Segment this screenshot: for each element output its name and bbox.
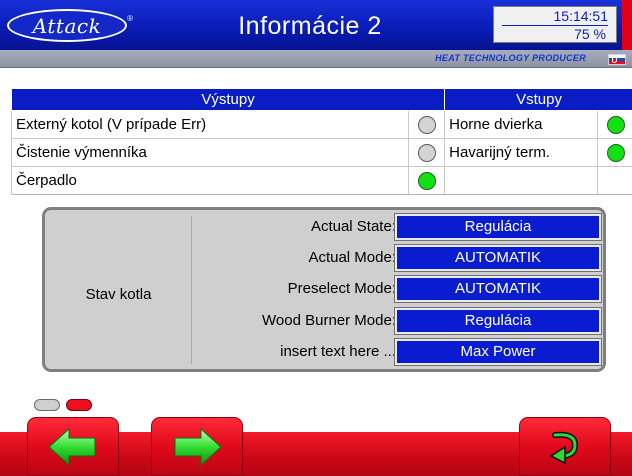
status-lamp-on-icon	[606, 143, 625, 162]
wood-burner-mode-value[interactable]: Regulácia	[394, 307, 602, 335]
extra-value[interactable]: Max Power	[394, 338, 602, 366]
io-row: Čistenie výmenníka Havarijný term.	[10, 138, 632, 167]
state-label: Actual Mode:	[308, 249, 396, 266]
producer-slogan: HEAT TECHNOLOGY PRODUCER	[435, 53, 586, 63]
status-lamp-on-icon	[417, 171, 436, 190]
header-bar: Attack ® Informácie 2 15:14:51 75 %	[0, 0, 632, 50]
state-row: insert text here ... Max Power	[195, 338, 605, 366]
output-label: Čerpadlo	[10, 166, 410, 195]
input-label: Horne dvierka	[444, 110, 598, 139]
clock-time: 15:14:51	[553, 8, 609, 24]
inputs-header: Vstupy	[444, 88, 632, 111]
status-lamp-off-icon	[417, 115, 436, 134]
actual-state-value[interactable]: Regulácia	[394, 213, 602, 241]
logo-text: Attack	[32, 13, 102, 38]
io-row: Čerpadlo	[10, 166, 632, 195]
preselect-mode-value[interactable]: AUTOMATIK	[394, 275, 602, 303]
state-label: Wood Burner Mode:	[262, 312, 396, 329]
boiler-state-title: Stav kotla	[85, 286, 152, 303]
output-label: Externý kotol (V prípade Err)	[10, 110, 410, 139]
output-percent: 75 %	[574, 26, 606, 42]
arrow-right-icon	[174, 427, 222, 466]
producer-strip: HEAT TECHNOLOGY PRODUCER	[0, 50, 632, 68]
clock-box: 15:14:51 75 %	[493, 6, 617, 43]
arrow-left-icon	[48, 427, 96, 466]
input-label: Havarijný term.	[444, 138, 598, 167]
page-indicator-2-active[interactable]	[66, 399, 92, 411]
return-button[interactable]	[519, 417, 611, 476]
return-arrow-icon	[549, 431, 579, 464]
state-label: Preselect Mode:	[287, 280, 396, 297]
status-lamp-on-icon	[606, 115, 625, 134]
logo-registered-mark: ®	[127, 14, 133, 23]
state-row: Actual State: Regulácia	[195, 213, 605, 241]
input-empty-cell	[444, 166, 598, 195]
slovak-flag-icon[interactable]	[608, 54, 626, 65]
header-red-accent	[622, 0, 632, 50]
previous-page-button[interactable]	[27, 417, 119, 476]
page-indicator-1[interactable]	[34, 399, 60, 411]
state-label: insert text here ...	[280, 343, 396, 360]
io-row: Externý kotol (V prípade Err) Horne dvie…	[10, 110, 632, 139]
io-table: Výstupy Vstupy Externý kotol (V prípade …	[10, 88, 632, 195]
attack-logo: Attack ®	[7, 9, 133, 42]
output-label: Čistenie výmenníka	[10, 138, 410, 167]
state-row: Preselect Mode: AUTOMATIK	[195, 275, 605, 303]
outputs-header: Výstupy	[10, 88, 446, 111]
state-row: Wood Burner Mode: Regulácia	[195, 307, 605, 335]
actual-mode-value[interactable]: AUTOMATIK	[394, 244, 602, 272]
state-row: Actual Mode: AUTOMATIK	[195, 244, 605, 272]
boiler-state-panel: Stav kotla Actual State: Regulácia Actua…	[42, 207, 606, 372]
status-lamp-off-icon	[417, 143, 436, 162]
state-label: Actual State:	[310, 218, 396, 235]
panel-divider	[191, 216, 192, 364]
page-title: Informácie 2	[238, 12, 382, 40]
next-page-button[interactable]	[151, 417, 243, 476]
input-empty-indicator	[597, 166, 632, 195]
